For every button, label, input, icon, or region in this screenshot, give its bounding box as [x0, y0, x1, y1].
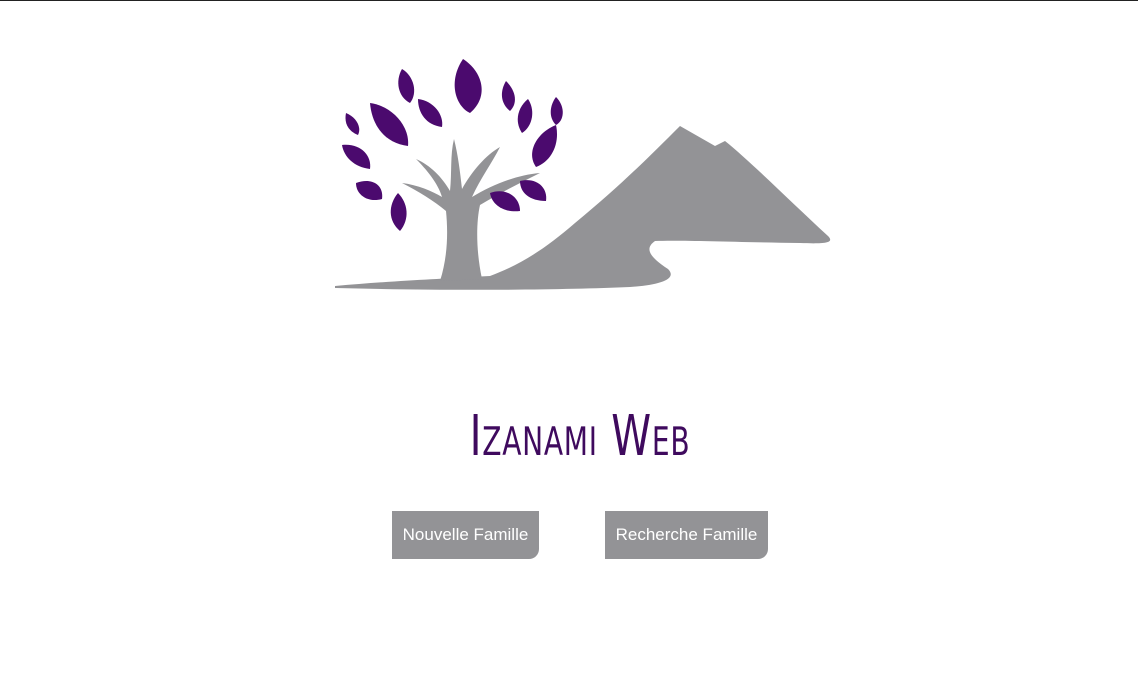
page-title: Izanami Web [469, 404, 691, 469]
search-family-button[interactable]: Recherche Famille [605, 511, 768, 559]
new-family-button[interactable]: Nouvelle Famille [392, 511, 539, 559]
home-page: Izanami Web Nouvelle Famille Recherche F… [0, 0, 1138, 700]
tree-mountain-logo-icon [335, 59, 831, 290]
